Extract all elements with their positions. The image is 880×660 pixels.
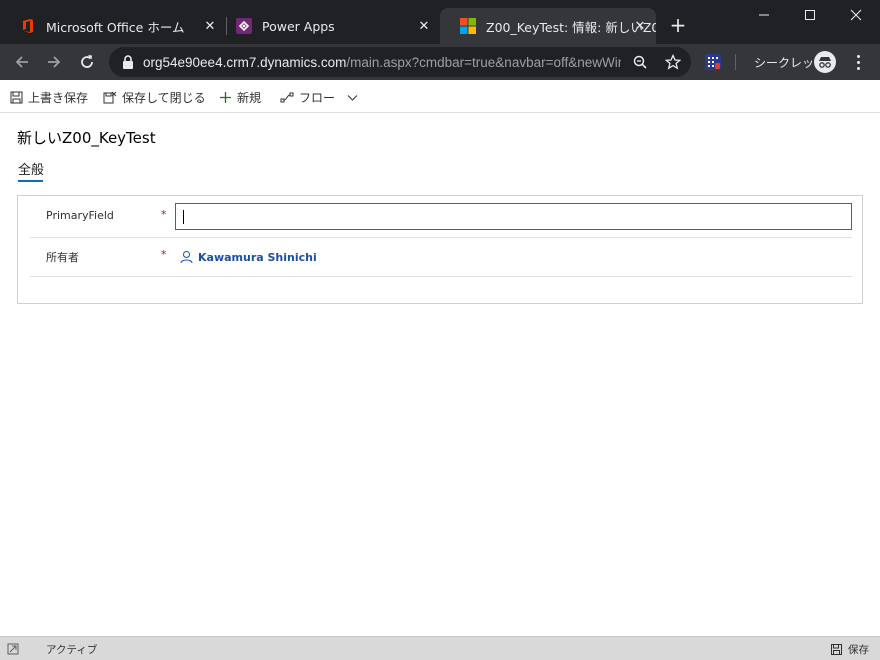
- record-status: アクティブ: [46, 644, 98, 656]
- owner-lookup-link[interactable]: Kawamura Shinichi: [180, 250, 317, 264]
- text-caret: [183, 210, 184, 224]
- tab-title: Microsoft Office ホーム: [46, 19, 185, 35]
- new-button[interactable]: 新規: [219, 87, 261, 107]
- minimize-icon[interactable]: [741, 4, 787, 26]
- browser-tab-strip: Microsoft Office ホーム ✕ Power Apps ✕ Z00_…: [0, 0, 880, 44]
- tab-general[interactable]: 全般: [18, 159, 44, 178]
- power-apps-logo-icon: [236, 18, 252, 34]
- required-indicator: *: [161, 208, 167, 221]
- owner-field-label: 所有者: [46, 251, 79, 264]
- maximize-icon[interactable]: [787, 4, 833, 26]
- open-in-new-window-icon[interactable]: [7, 643, 19, 655]
- tab-keytest[interactable]: Z00_KeyTest: 情報: 新しいZ00_KeyTest ✕: [440, 8, 656, 44]
- status-save-label: 保存: [848, 644, 869, 656]
- save-button[interactable]: 上書き保存: [10, 87, 88, 107]
- microsoft-logo-icon: [460, 18, 476, 34]
- toolbar-divider: [735, 54, 736, 70]
- zoom-icon[interactable]: [631, 53, 649, 71]
- flow-icon: [280, 92, 294, 102]
- close-window-icon[interactable]: [833, 4, 879, 26]
- tab-title: Power Apps: [262, 18, 335, 34]
- tab-power-apps[interactable]: Power Apps ✕: [216, 8, 440, 44]
- reload-icon[interactable]: [75, 50, 99, 74]
- page-title: 新しいZ00_KeyTest: [17, 129, 156, 147]
- flow-label: フロー: [299, 90, 336, 105]
- new-label: 新規: [237, 90, 262, 105]
- extension-icon[interactable]: [704, 53, 722, 71]
- forward-arrow-icon[interactable]: [42, 50, 66, 74]
- office-logo-icon: [20, 18, 36, 34]
- primary-field-row: PrimaryField *: [30, 196, 852, 238]
- save-and-close-icon: [103, 91, 117, 103]
- url-text: org54e90ee4.crm7.dynamics.com/main.aspx?…: [143, 55, 621, 70]
- save-icon: [10, 91, 23, 103]
- close-tab-icon[interactable]: ✕: [632, 18, 648, 34]
- address-bar[interactable]: org54e90ee4.crm7.dynamics.com/main.aspx?…: [109, 47, 691, 77]
- back-arrow-icon[interactable]: [10, 50, 34, 74]
- close-tab-icon[interactable]: ✕: [416, 18, 432, 34]
- flow-button[interactable]: フロー: [280, 87, 363, 107]
- save-and-close-label: 保存して閉じる: [122, 90, 206, 105]
- primary-field-label: PrimaryField: [46, 209, 114, 222]
- bookmark-star-icon[interactable]: [664, 53, 682, 71]
- lock-icon: [121, 54, 135, 70]
- incognito-icon[interactable]: [814, 51, 836, 73]
- status-save-button[interactable]: 保存: [831, 642, 869, 657]
- status-bar: アクティブ 保存: [0, 636, 880, 660]
- active-tab-indicator: [18, 180, 43, 182]
- plus-icon[interactable]: +: [667, 15, 689, 37]
- save-icon: [831, 644, 842, 655]
- url-host: org54e90ee4.crm7.dynamics.com: [143, 54, 347, 70]
- tab-title: Z00_KeyTest: 情報: 新しいZ00_KeyTest: [486, 19, 656, 35]
- general-section: PrimaryField * 所有者 * Kawamura Shinichi: [17, 195, 863, 304]
- browser-toolbar: org54e90ee4.crm7.dynamics.com/main.aspx?…: [0, 44, 880, 80]
- owner-value: Kawamura Shinichi: [198, 250, 317, 264]
- url-path: /main.aspx?cmdbar=true&navbar=off&newWin…: [346, 54, 621, 70]
- plus-icon: [220, 91, 231, 103]
- command-bar: 上書き保存 保存して閉じる 新規 フロー: [0, 80, 880, 113]
- person-icon: [180, 251, 193, 264]
- tab-office-home[interactable]: Microsoft Office ホーム ✕: [0, 8, 226, 44]
- owner-field-row: 所有者 * Kawamura Shinichi: [30, 238, 852, 277]
- required-indicator: *: [161, 248, 167, 261]
- kebab-menu-icon[interactable]: [848, 52, 868, 72]
- primary-field-input[interactable]: [175, 203, 852, 230]
- save-and-close-button[interactable]: 保存して閉じる: [103, 87, 206, 107]
- chevron-down-icon[interactable]: [347, 92, 358, 103]
- save-label: 上書き保存: [28, 90, 89, 105]
